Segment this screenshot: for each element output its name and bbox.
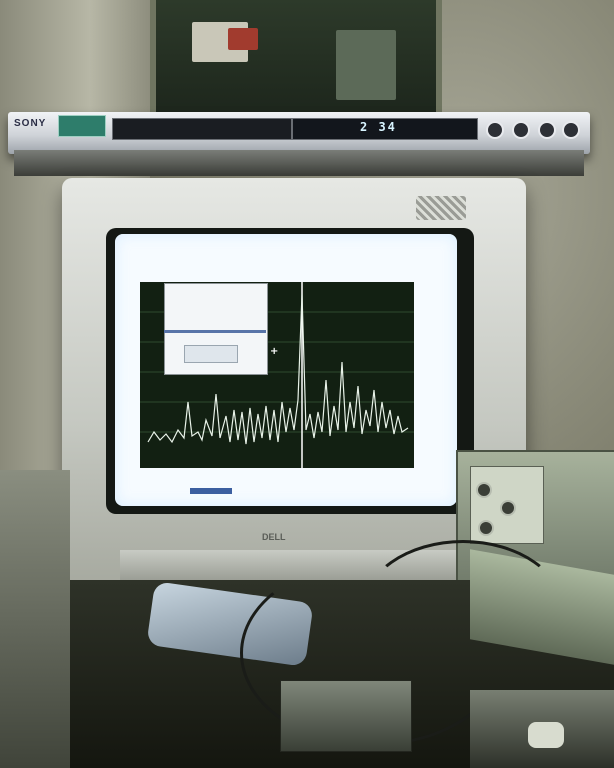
dvd-badge (58, 115, 106, 137)
dvd-button (512, 121, 530, 139)
left-panel (0, 470, 70, 768)
shelf-item (228, 28, 258, 50)
shelf-item (336, 30, 396, 100)
dialog-title-bar (164, 330, 266, 333)
dvd-button (486, 121, 504, 139)
component (528, 722, 564, 748)
dvd-player-underside (14, 150, 584, 176)
dvd-button (562, 121, 580, 139)
monitor-logo: DELL (262, 532, 286, 542)
knob (476, 482, 492, 498)
dvd-brand-logo: SONY (14, 118, 47, 129)
knob (500, 500, 516, 516)
speaker-grille (416, 196, 466, 220)
shelf-unit (150, 0, 442, 115)
photo-scene: SONY 2 34 + DELL (0, 0, 614, 768)
cable (360, 540, 566, 686)
crosshair-icon: + (270, 346, 279, 357)
dialog-input (184, 345, 238, 363)
electronic-device (280, 680, 412, 752)
taskbar-button (190, 488, 232, 494)
knob (478, 520, 494, 536)
dvd-tray (112, 118, 292, 140)
dvd-button (538, 121, 556, 139)
dvd-readout: 2 34 (360, 120, 397, 134)
